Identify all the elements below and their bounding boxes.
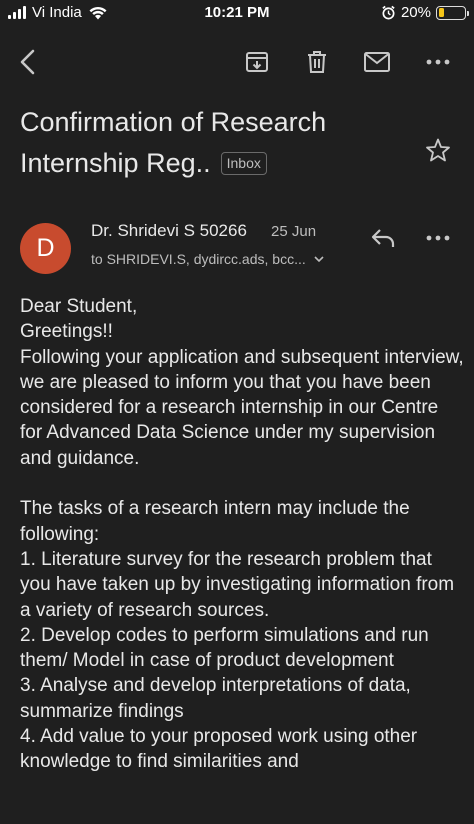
email-subject: Confirmation of Research Internship Reg.…: [20, 102, 415, 184]
subject-line-2-row: Internship Reg.. Inbox: [20, 143, 415, 184]
task-item: 3. Analyse and develop interpretations o…: [20, 675, 411, 722]
reply-icon: [371, 229, 395, 247]
more-dots-icon: [426, 59, 450, 65]
body-greeting: Dear Student,: [20, 296, 138, 317]
email-body: Dear Student, Greetings!! Following your…: [20, 294, 465, 775]
delete-button[interactable]: [301, 46, 333, 78]
body-tasks-block: The tasks of a research intern may inclu…: [20, 496, 465, 774]
task-item: 1. Literature survey for the research pr…: [20, 548, 455, 621]
task-item: 2. Develop codes to perform simulations …: [20, 624, 429, 672]
subject-line-1: Confirmation of Research: [20, 107, 327, 137]
trash-icon: [308, 51, 326, 73]
battery-icon: [436, 5, 469, 20]
tasks-heading: The tasks of a research intern may inclu…: [20, 498, 410, 545]
star-button[interactable]: [422, 134, 454, 166]
reply-button[interactable]: [367, 222, 399, 254]
status-bar: Vi India 10:21 PM 20%: [0, 0, 474, 28]
toolbar: [0, 40, 474, 84]
archive-icon: [246, 52, 268, 72]
star-icon: [426, 138, 450, 162]
sender-name: Dr. Shridevi S 50266: [91, 221, 247, 240]
email-date: 25 Jun: [271, 223, 317, 240]
body-intro: Following your application and subsequen…: [20, 346, 464, 469]
inbox-label-badge[interactable]: Inbox: [220, 152, 267, 175]
sender-avatar[interactable]: D: [20, 223, 71, 274]
body-greetings: Greetings!!: [20, 321, 113, 343]
task-item: 4. Add value to your proposed work using…: [20, 726, 418, 773]
more-dots-icon: [426, 235, 450, 241]
archive-button[interactable]: [241, 46, 273, 78]
recipients-toggle[interactable]: to SHRIDEVI.S, dydircc.ads, bcc...: [91, 251, 324, 267]
battery-percent: 20%: [400, 4, 431, 21]
email-screen: Vi India 10:21 PM 20% Confirmation of Re…: [0, 0, 474, 824]
message-more-button[interactable]: [422, 222, 454, 254]
body-intro-block: Dear Student, Greetings!! Following your…: [20, 294, 465, 471]
back-button[interactable]: [12, 46, 44, 78]
alarm-icon: [382, 5, 395, 20]
back-arrow-icon: [20, 49, 35, 75]
mail-icon: [364, 52, 390, 72]
mark-unread-button[interactable]: [361, 46, 393, 78]
battery-level: [438, 8, 444, 17]
subject-line-2: Internship Reg..: [20, 148, 211, 178]
recipients-text: to SHRIDEVI.S, dydircc.ads, bcc...: [91, 251, 306, 267]
more-options-button[interactable]: [422, 46, 454, 78]
status-right: 20%: [381, 4, 469, 21]
chevron-down-icon: [314, 255, 324, 262]
